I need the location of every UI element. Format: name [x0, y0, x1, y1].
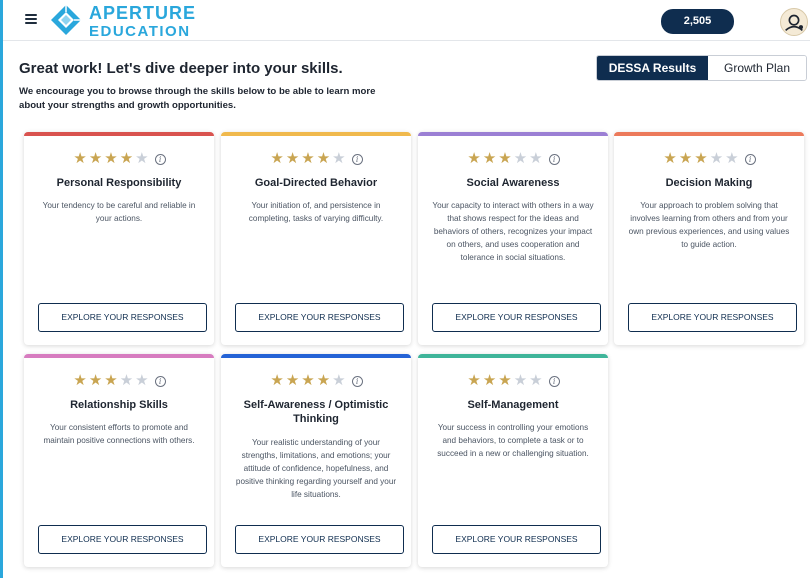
- info-icon[interactable]: i: [744, 154, 756, 165]
- star-icon: ★: [73, 150, 87, 167]
- explore-responses-button[interactable]: EXPLORE YOUR RESPONSES: [38, 303, 207, 332]
- skill-card: ★ ★ ★ ★ ★ i Self-Management Your success in con…: [418, 354, 608, 567]
- explore-responses-button[interactable]: EXPLORE YOUR RESPONSES: [628, 303, 797, 332]
- skill-description: Your consistent efforts to promote and m…: [43, 423, 195, 445]
- star-icon: ★: [119, 372, 134, 389]
- skill-rating: ★ ★ ★ ★ ★ i: [418, 150, 608, 167]
- star-icon: ★: [663, 150, 677, 167]
- window-edge: [0, 0, 3, 578]
- star-icon: ★: [88, 372, 103, 389]
- results-toggle: DESSA Results Growth Plan: [596, 55, 807, 81]
- skill-description: Your success in controlling your emotion…: [437, 423, 589, 458]
- skill-description: Your approach to problem solving that in…: [628, 201, 790, 249]
- skill-name: Personal Responsibility: [56, 177, 182, 189]
- star-icon: ★: [135, 150, 149, 167]
- star-icon: ★: [285, 150, 300, 167]
- skill-color-bar: [24, 132, 214, 136]
- skill-description: Your capacity to interact with others in…: [432, 201, 594, 262]
- star-icon: ★: [316, 372, 331, 389]
- skill-color-bar: [418, 354, 608, 358]
- explore-responses-button[interactable]: EXPLORE YOUR RESPONSES: [235, 525, 404, 554]
- explore-responses-button[interactable]: EXPLORE YOUR RESPONSES: [432, 525, 601, 554]
- skill-rating: ★ ★ ★ ★ ★ i: [221, 150, 411, 167]
- page-title: Great work! Let's dive deeper into your …: [19, 60, 343, 77]
- skill-color-bar: [221, 354, 411, 358]
- skill-color-bar: [221, 132, 411, 136]
- star-icon: ★: [88, 150, 103, 167]
- star-icon: ★: [467, 150, 481, 167]
- star-icon: ★: [513, 150, 528, 167]
- star-icon: ★: [709, 150, 724, 167]
- skill-rating: ★ ★ ★ ★ ★ i: [418, 372, 608, 389]
- star-icon: ★: [482, 150, 497, 167]
- page-intro: We encourage you to browse through the s…: [19, 86, 376, 111]
- points-badge[interactable]: 2,505: [661, 9, 734, 34]
- skill-name: Relationship Skills: [70, 399, 168, 411]
- top-header: APERTURE EDUCATION 2,505: [3, 0, 810, 41]
- menu-icon[interactable]: [25, 14, 37, 24]
- skill-card: ★ ★ ★ ★ ★ i Goal-Directed Behavior Your initiat…: [221, 132, 411, 345]
- star-icon: ★: [498, 372, 512, 389]
- app-window: APERTURE EDUCATION 2,505 Great work! Let…: [0, 0, 810, 578]
- star-icon: ★: [529, 150, 543, 167]
- skill-color-bar: [614, 132, 804, 136]
- skill-rating: ★ ★ ★ ★ ★ i: [614, 150, 804, 167]
- star-icon: ★: [332, 372, 346, 389]
- star-icon: ★: [482, 372, 497, 389]
- skill-color-bar: [418, 132, 608, 136]
- skill-name: Self-Management: [467, 399, 559, 411]
- star-icon: ★: [725, 150, 739, 167]
- star-icon: ★: [301, 372, 315, 389]
- skill-name: Social Awareness: [466, 177, 560, 189]
- info-icon[interactable]: i: [154, 376, 166, 387]
- brand-name[interactable]: APERTURE EDUCATION: [89, 4, 196, 39]
- info-icon[interactable]: i: [548, 154, 560, 165]
- user-avatar-icon[interactable]: [780, 8, 808, 36]
- brand-line2: EDUCATION: [89, 23, 191, 40]
- explore-responses-button[interactable]: EXPLORE YOUR RESPONSES: [38, 525, 207, 554]
- skill-card: ★ ★ ★ ★ ★ i Self-Awareness / Optimistic Thinki…: [221, 354, 411, 567]
- explore-responses-button[interactable]: EXPLORE YOUR RESPONSES: [235, 303, 404, 332]
- skill-color-bar: [24, 354, 214, 358]
- star-icon: ★: [285, 372, 300, 389]
- star-icon: ★: [332, 150, 346, 167]
- tab-growth-plan[interactable]: Growth Plan: [708, 56, 806, 80]
- star-icon: ★: [270, 150, 284, 167]
- star-icon: ★: [104, 150, 118, 167]
- star-icon: ★: [270, 372, 284, 389]
- star-icon: ★: [678, 150, 693, 167]
- skill-card: ★ ★ ★ ★ ★ i Social Awareness Your capacity to i…: [418, 132, 608, 345]
- star-icon: ★: [467, 372, 481, 389]
- explore-responses-button[interactable]: EXPLORE YOUR RESPONSES: [432, 303, 601, 332]
- tab-dessa-results[interactable]: DESSA Results: [597, 56, 708, 80]
- skill-description: Your initiation of, and persistence in c…: [248, 201, 384, 223]
- star-icon: ★: [73, 372, 87, 389]
- star-icon: ★: [316, 150, 331, 167]
- skill-rating: ★ ★ ★ ★ ★ i: [221, 372, 411, 389]
- info-icon[interactable]: i: [548, 376, 560, 387]
- skill-card: ★ ★ ★ ★ ★ i Decision Making Your approach to pr…: [614, 132, 804, 345]
- aperture-logo-icon[interactable]: [49, 3, 83, 37]
- info-icon[interactable]: i: [351, 376, 363, 387]
- skill-name: Self-Awareness / Optimistic Thinking: [243, 399, 389, 425]
- skill-name: Decision Making: [665, 177, 753, 189]
- skill-name: Goal-Directed Behavior: [254, 177, 378, 189]
- star-icon: ★: [301, 150, 315, 167]
- skill-card: ★ ★ ★ ★ ★ i Relationship Skills Your consistent…: [24, 354, 214, 567]
- star-icon: ★: [119, 150, 134, 167]
- info-icon[interactable]: i: [154, 154, 166, 165]
- skill-rating: ★ ★ ★ ★ ★ i: [24, 372, 214, 389]
- star-icon: ★: [135, 372, 149, 389]
- skill-description: Your tendency to be careful and reliable…: [42, 201, 196, 223]
- star-icon: ★: [513, 372, 528, 389]
- brand-line1: APERTURE: [89, 3, 197, 23]
- star-icon: ★: [529, 372, 543, 389]
- skill-rating: ★ ★ ★ ★ ★ i: [24, 150, 214, 167]
- star-icon: ★: [498, 150, 512, 167]
- info-icon[interactable]: i: [351, 154, 363, 165]
- skill-card: ★ ★ ★ ★ ★ i Personal Responsibility Your tenden…: [24, 132, 214, 345]
- star-icon: ★: [104, 372, 118, 389]
- skill-description: Your realistic understanding of your str…: [235, 438, 397, 499]
- star-icon: ★: [694, 150, 708, 167]
